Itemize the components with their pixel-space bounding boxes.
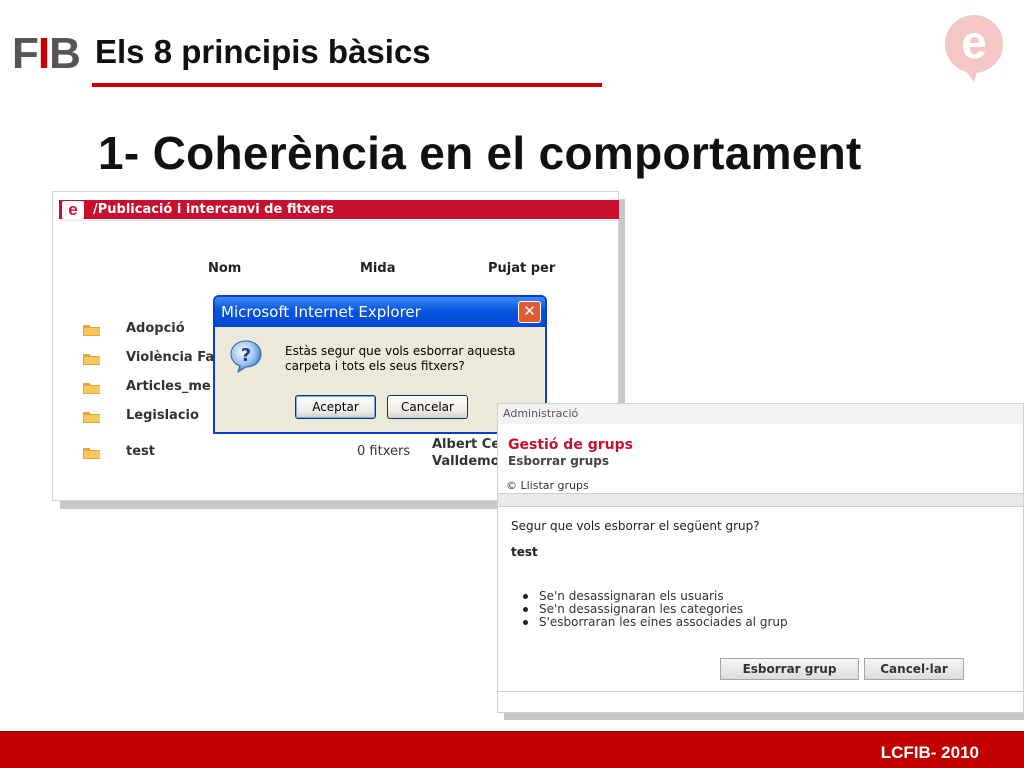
folder-icon [83, 354, 100, 365]
slide-title: 1- Coherència en el comportament [98, 127, 862, 179]
section-title: /Publicació i intercanvi de fitxers [93, 202, 335, 217]
fib-logo-letter: I [37, 29, 50, 78]
close-icon[interactable]: ✕ [518, 301, 541, 323]
separator-band [498, 493, 1023, 507]
owner-line: Albert Ce [432, 437, 501, 452]
consequences-list: Se'n desassignaran els usuaris Se'n desa… [522, 590, 788, 629]
folder-icon [83, 383, 100, 394]
accept-button[interactable]: Aceptar [295, 395, 376, 419]
fib-logo-letter: B [49, 29, 81, 78]
svg-text:?: ? [241, 345, 251, 366]
delete-group-button[interactable]: Esborrar grup [720, 658, 859, 680]
group-name: test [511, 545, 538, 559]
section-header-bar: e /Publicació i intercanvi de fitxers [59, 200, 619, 219]
folder-name[interactable]: Articles_me [126, 379, 211, 394]
fib-logo-letter: F [12, 29, 39, 78]
column-header-name[interactable]: Nom [208, 261, 241, 276]
cancel-button[interactable]: Cancel·lar [864, 658, 964, 680]
folder-name[interactable]: Adopció [126, 321, 185, 336]
dialog-titlebar[interactable]: Microsoft Internet Explorer ✕ [215, 297, 545, 327]
folder-name[interactable]: Legislacio [126, 408, 199, 423]
page-subtitle: Esborrar grups [508, 454, 609, 468]
folder-size: 0 fitxers [357, 444, 411, 459]
list-item: S'esborraran les eines associades al gru… [522, 616, 788, 629]
dialog-title: Microsoft Internet Explorer [221, 303, 421, 321]
folder-name[interactable]: test [126, 444, 155, 459]
column-header-size[interactable]: Mida [360, 261, 395, 276]
page-title: Gestió de grups [508, 437, 633, 453]
column-header-uploaded-by[interactable]: Pujat per [488, 261, 555, 276]
title-underline [92, 83, 602, 87]
e-logo-icon: e [945, 15, 1003, 82]
owner-line: Valldemo [432, 454, 500, 469]
confirm-question: Segur que vols esborrar el següent grup? [511, 519, 760, 533]
divider [59, 220, 619, 221]
link-icon: © [506, 479, 517, 492]
cancel-button[interactable]: Cancelar [387, 395, 468, 419]
list-groups-link-label: Llistar grups [520, 479, 589, 492]
folder-owner: Albert Ce Valldemo [432, 436, 500, 470]
admin-breadcrumb[interactable]: Administració [498, 404, 1023, 424]
list-groups-link[interactable]: © Llistar grups [506, 479, 589, 492]
folder-icon [83, 448, 100, 459]
screenshot-delete-group: Administració Gestió de grups Esborrar g… [497, 403, 1024, 713]
slide-subtitle: Els 8 principis bàsics [95, 33, 431, 70]
folder-icon [83, 412, 100, 423]
folder-icon [83, 325, 100, 336]
folder-name[interactable]: Violència Fa [126, 350, 214, 365]
e-icon: e [62, 201, 84, 219]
footer-text: LCFIB- 2010 [880, 743, 979, 762]
fib-logo: F I B [12, 29, 81, 78]
footer-bar: LCFIB- 2010 [0, 731, 1024, 768]
e-logo-letter: e [961, 16, 987, 68]
question-icon: ? [230, 340, 262, 373]
dialog-message: Estàs segur que vols esborrar aquesta ca… [285, 344, 516, 373]
